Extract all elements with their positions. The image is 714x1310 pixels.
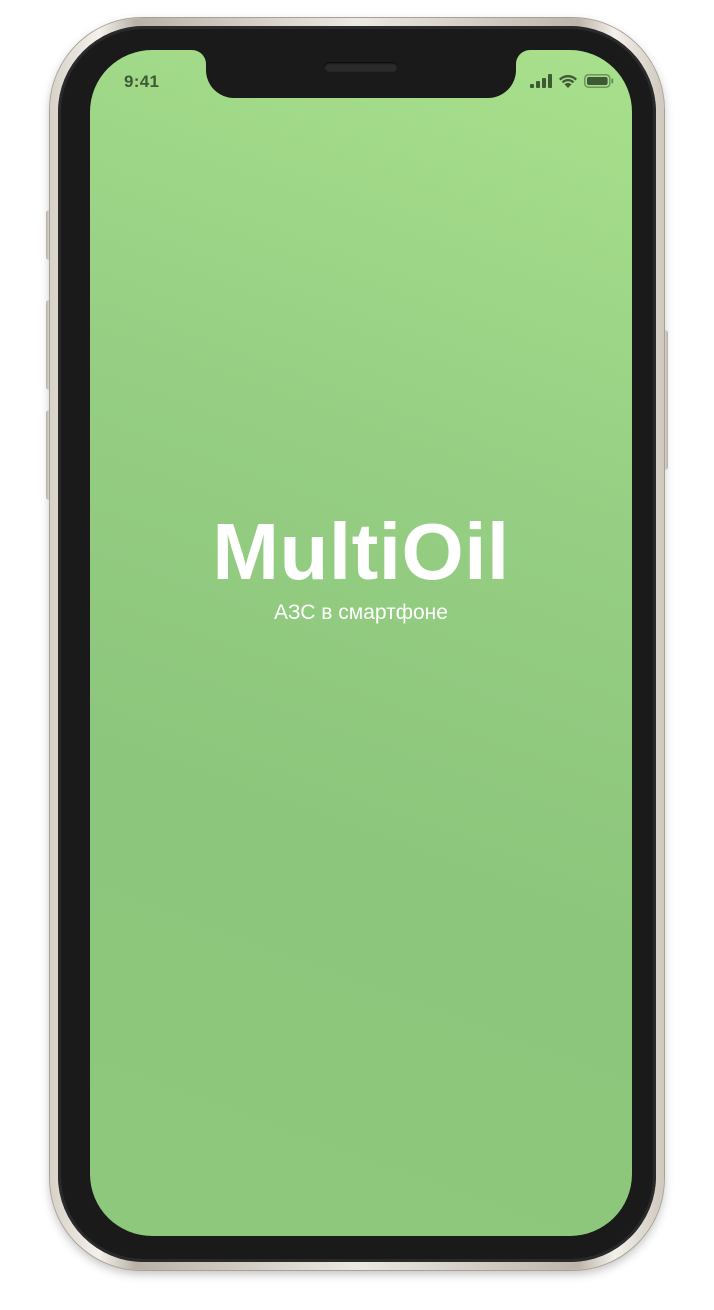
splash-screen[interactable]: 9:41 MultiOil АЗС в смартфоне bbox=[90, 50, 632, 1236]
status-time: 9:41 bbox=[124, 72, 160, 91]
cellular-signal-icon bbox=[530, 74, 552, 88]
battery-icon bbox=[584, 74, 614, 88]
notch bbox=[206, 50, 516, 98]
stage: 9:41 MultiOil АЗС в смартфоне bbox=[0, 0, 714, 1310]
status-icons bbox=[530, 74, 614, 88]
brand-block: MultiOil АЗС в смартфоне bbox=[90, 512, 632, 625]
app-name: MultiOil bbox=[212, 507, 510, 596]
earpiece-speaker bbox=[324, 62, 398, 72]
tagline: АЗС в смартфоне bbox=[274, 601, 448, 624]
wifi-icon bbox=[558, 74, 578, 88]
